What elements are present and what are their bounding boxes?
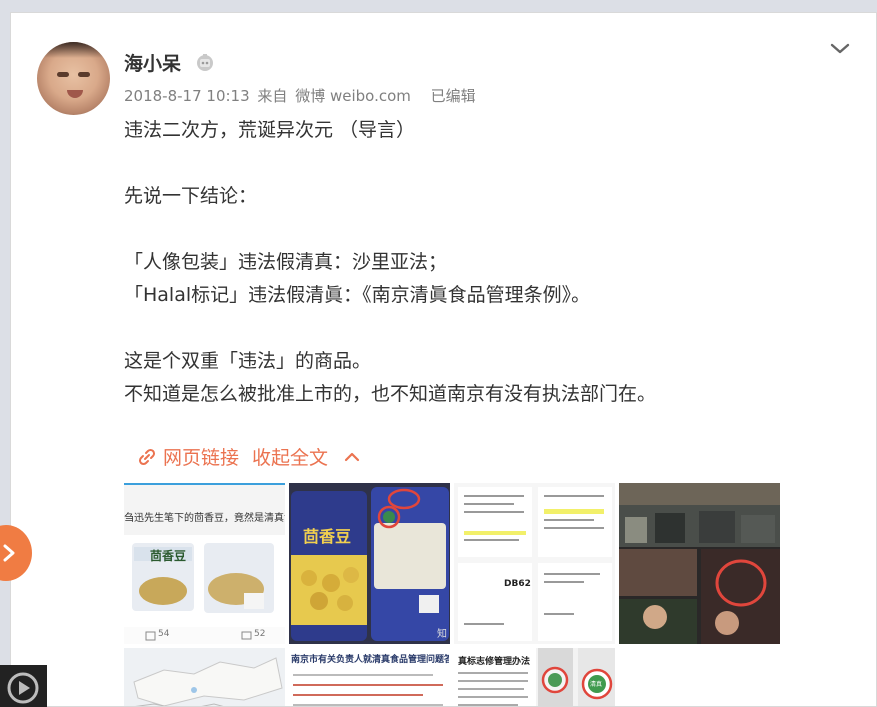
image-thumbnail-4[interactable] [619,483,780,644]
avatar-eye-left [57,72,69,77]
chevron-down-icon[interactable] [829,41,851,57]
post-line: 不知道是怎么被批准上市的，也不知道南京有没有执法部门在。 [124,383,657,405]
post-body: 违法二次方，荒诞异次元 （导言） 先说一下结论： 「人像包装」违法假清真：沙里亚… [124,114,844,411]
play-icon [7,672,39,704]
thumb-1-shares: 54 [158,629,170,639]
post-edited[interactable]: 已编辑 [431,87,476,105]
thumb-7-heading: 真标志修管理办法 [458,657,531,667]
post-line: 「人像包装」违法假清真：沙里亚法； [124,251,448,273]
collapse-full-text[interactable]: 收起全文 [252,443,328,470]
post-line: 先说一下结论： [124,185,258,207]
post-source[interactable]: 微博 weibo.com [295,87,411,105]
image-thumbnail-6[interactable]: 南京市有关负责人就清真食品管理问题答记者问 [289,648,450,706]
avatar-mouth [67,90,83,98]
image-thumbnail-1[interactable]: 刍迅先生笔下的茴香豆，竟然是清真食品。 茴香豆 54 52 [124,483,285,644]
image-thumbnail-2[interactable]: 茴香豆 知 [289,483,450,644]
post-date[interactable]: 2018-8-17 10:13 [124,87,250,105]
avatar-hair [37,42,110,58]
thumb-1-comments: 52 [254,629,266,639]
thumb-2-watermark: 知 [437,629,447,640]
thumb-1-art [124,483,285,644]
post-line: 「Halal标记」违法假清眞：《南京清眞食品管理条例》。 [124,284,591,306]
thumb-1-caption: 刍迅先生笔下的茴香豆，竟然是清真食品。 [124,513,285,524]
thumb-2-art [289,483,450,644]
username[interactable]: 海小呆 [124,49,181,76]
media-play-button[interactable] [0,665,47,707]
image-thumbnail-3[interactable]: DB62 [454,483,615,644]
post-from: 来自 [257,87,288,105]
image-thumbnail-5[interactable] [124,648,285,706]
thumb-5-art [124,648,285,706]
thumb-6-headline: 南京市有关负责人就清真食品管理问题答记者问 [291,655,449,665]
post-actions: 网页链接 收起全文 [137,443,360,470]
thumb-7-stamp: 清真 [590,681,603,688]
thumb-1-product: 茴香豆 [150,549,187,563]
post-line-blank [124,312,844,345]
weibo-post-card: 海小呆 2018-8-17 10:13 来自 微博 weibo.com 已编辑 … [10,12,877,707]
post-meta: 2018-8-17 10:13 来自 微博 weibo.com 已编辑 [124,85,479,106]
post-line: 违法二次方，荒诞异次元 （导言） [124,119,416,141]
member-badge-icon [197,54,213,71]
post-line: 这是个双重「违法」的商品。 [124,350,372,372]
thumb-2-brand: 茴香豆 [303,527,352,546]
web-link[interactable]: 网页链接 [163,443,239,470]
chevron-right-icon [3,544,15,562]
thumb-3-code: DB62 [504,579,531,589]
avatar[interactable] [37,42,110,115]
thumb-4-art [619,483,780,644]
avatar-eye-right [78,72,90,77]
thumb-3-art [454,483,615,644]
post-line-blank [124,213,844,246]
chevron-up-icon[interactable] [344,451,360,463]
post-line-blank [124,147,844,180]
image-thumbnail-7[interactable]: 真标志修管理办法 清真 [454,648,615,706]
link-icon [138,448,156,465]
